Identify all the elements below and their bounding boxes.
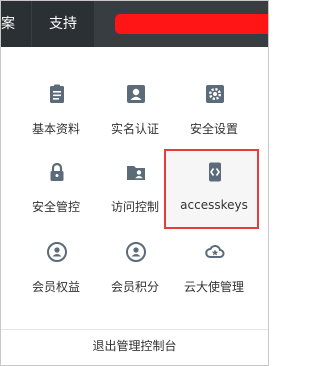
top-navigation-bar: 案 支持 [1,1,268,47]
menu-item-label: 会员积分 [110,280,159,294]
key-code-icon [204,161,226,183]
menu-item-label: 会员权益 [31,280,80,294]
folder-user-icon [125,161,147,183]
menu-item-security-control[interactable]: 安全管控 [16,161,96,229]
member-points-icon [125,241,147,263]
cloud-ambassador-icon [204,241,226,263]
menu-item-label: 安全管控 [31,200,80,214]
menu-item-label: accesskeys [180,198,248,212]
redacted-region [115,14,268,34]
menu-item-label: 访问控制 [110,200,159,214]
menu-item-accesskeys[interactable]: accesskeys [164,149,259,229]
menu-item-label: 安全设置 [189,122,238,136]
nav-item-support[interactable]: 支持 [32,1,94,47]
menu-item-access-control[interactable]: 访问控制 [95,161,175,229]
menu-item-cloud-ambassador[interactable]: 云大使管理 [174,241,254,309]
menu-divider [1,329,268,330]
member-icon [46,241,68,263]
menu-item-label: 云大使管理 [183,280,244,294]
lock-icon [46,161,68,183]
nav-item-partial-label: 案 [1,16,15,32]
menu-item-security-settings[interactable]: 安全设置 [174,83,254,151]
clipboard-icon [46,83,68,105]
menu-item-basic-info[interactable]: 基本资料 [16,83,96,151]
id-card-icon [125,83,147,105]
gear-icon [204,83,226,105]
menu-item-member-benefits[interactable]: 会员权益 [16,241,96,309]
logout-console-link[interactable]: 退出管理控制台 [1,337,268,354]
menu-item-label: 基本资料 [31,122,80,136]
menu-item-real-name-verification[interactable]: 实名认证 [95,83,175,151]
menu-item-label: 实名认证 [110,122,159,136]
nav-item-partial[interactable]: 案 [1,1,31,47]
nav-item-support-label: 支持 [49,16,77,32]
account-dropdown-panel: 案 支持 基本资料 实名认证 安全设置 安全管控 访问控制 accesskeys… [0,0,269,366]
menu-item-member-points[interactable]: 会员积分 [95,241,175,309]
